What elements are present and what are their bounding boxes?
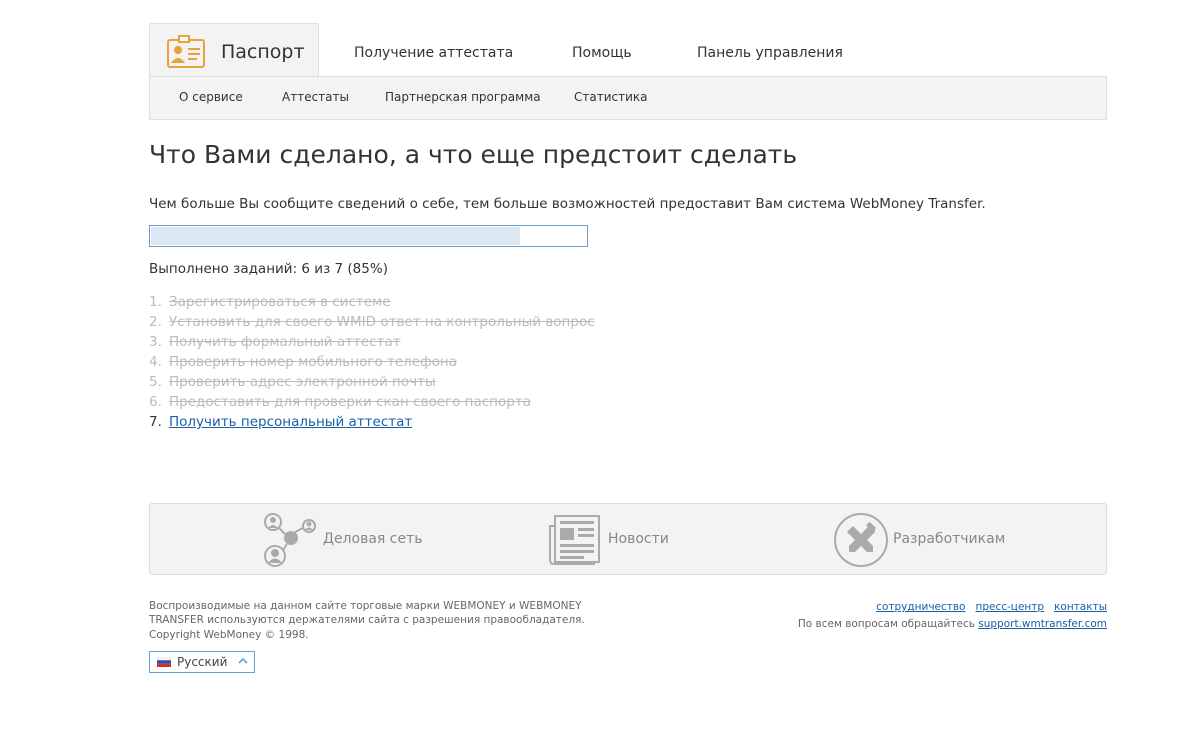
- language-selector[interactable]: Русский: [149, 651, 255, 673]
- support-link[interactable]: support.wmtransfer.com: [978, 618, 1107, 630]
- task-item: 2. Установить для своего WMID ответ на ко…: [149, 314, 595, 330]
- footer-legal: Воспроизводимые на данном сайте торговые…: [149, 599, 589, 642]
- subnav-partner-program[interactable]: Партнерская программа: [385, 90, 541, 104]
- progress-fill: [151, 227, 521, 245]
- link-cooperation[interactable]: сотрудничество: [876, 601, 965, 613]
- tab-passport[interactable]: Паспорт: [149, 23, 319, 77]
- id-card-icon: [167, 35, 205, 68]
- language-label: Русский: [177, 655, 228, 669]
- tab-get-certificate[interactable]: Получение аттестата: [354, 45, 513, 61]
- tools-icon: [834, 513, 888, 567]
- feature-developers[interactable]: Разработчикам: [833, 512, 1013, 568]
- task-item: 1. Зарегистрироваться в системе: [149, 294, 391, 310]
- newspaper-icon: [549, 515, 600, 565]
- task-text: Проверить номер мобильного телефона: [169, 354, 457, 370]
- subnav-certificates[interactable]: Аттестаты: [282, 90, 349, 104]
- business-network-icon: [264, 513, 316, 567]
- feature-developers-label: Разработчикам: [893, 531, 1006, 547]
- task-text: Зарегистрироваться в системе: [169, 294, 391, 310]
- tab-passport-label: Паспорт: [221, 41, 305, 63]
- footer-links: сотрудничество пресс-центр контакты По все…: [798, 599, 1107, 633]
- task-item: 5. Проверить адрес электронной почты: [149, 374, 436, 390]
- task-text: Получить формальный аттестат: [169, 334, 401, 350]
- feature-news[interactable]: Новости: [547, 512, 697, 568]
- footer-link-row: сотрудничество пресс-центр контакты: [798, 599, 1107, 616]
- page-title: Что Вами сделано, а что еще предстоит сд…: [149, 140, 798, 169]
- copyright-text: Copyright WebMoney © 1998.: [149, 629, 309, 641]
- task-list: 1. Зарегистрироваться в системе 2. Установ…: [149, 292, 595, 432]
- get-personal-certificate-link[interactable]: Получить персональный аттестат: [169, 414, 412, 430]
- link-contacts[interactable]: контакты: [1054, 601, 1107, 613]
- progress-bar: [149, 225, 588, 247]
- task-item: 7. Получить персональный аттестат: [149, 414, 413, 430]
- task-item: 3. Получить формальный аттестат: [149, 334, 401, 350]
- task-text: Проверить адрес электронной почты: [169, 374, 436, 390]
- trademark-text: Воспроизводимые на данном сайте торговые…: [149, 600, 585, 626]
- tab-help[interactable]: Помощь: [572, 45, 632, 61]
- support-line: По всем вопросам обращайтесь support.wmt…: [798, 616, 1107, 633]
- sub-navigation: О сервисе Аттестаты Партнерская программ…: [149, 76, 1107, 120]
- lead-text: Чем больше Вы сообщите сведений о себе, …: [149, 196, 986, 212]
- chevron-up-icon: [238, 657, 248, 664]
- features-panel: Деловая сеть Новости Разработчикам: [149, 503, 1107, 575]
- subnav-statistics[interactable]: Статистика: [574, 90, 648, 104]
- task-text: Предоставить для проверки скан своего па…: [169, 394, 531, 410]
- progress-text: Выполнено заданий: 6 из 7 (85%): [149, 261, 388, 277]
- feature-news-label: Новости: [608, 531, 669, 547]
- main-navigation: Паспорт Получение аттестата Помощь Панел…: [149, 23, 1107, 77]
- support-text: По всем вопросам обращайтесь: [797, 618, 975, 630]
- feature-business-network[interactable]: Деловая сеть: [260, 512, 423, 568]
- task-item: 6. Предоставить для проверки скан своего …: [149, 394, 531, 410]
- russian-flag-icon: [157, 657, 171, 667]
- subnav-about[interactable]: О сервисе: [179, 90, 243, 104]
- task-item: 4. Проверить номер мобильного телефона: [149, 354, 457, 370]
- tab-control-panel[interactable]: Панель управления: [697, 45, 843, 61]
- link-press-center[interactable]: пресс-центр: [975, 601, 1044, 613]
- task-text: Установить для своего WMID ответ на конт…: [169, 314, 595, 330]
- feature-business-network-label: Деловая сеть: [323, 531, 423, 547]
